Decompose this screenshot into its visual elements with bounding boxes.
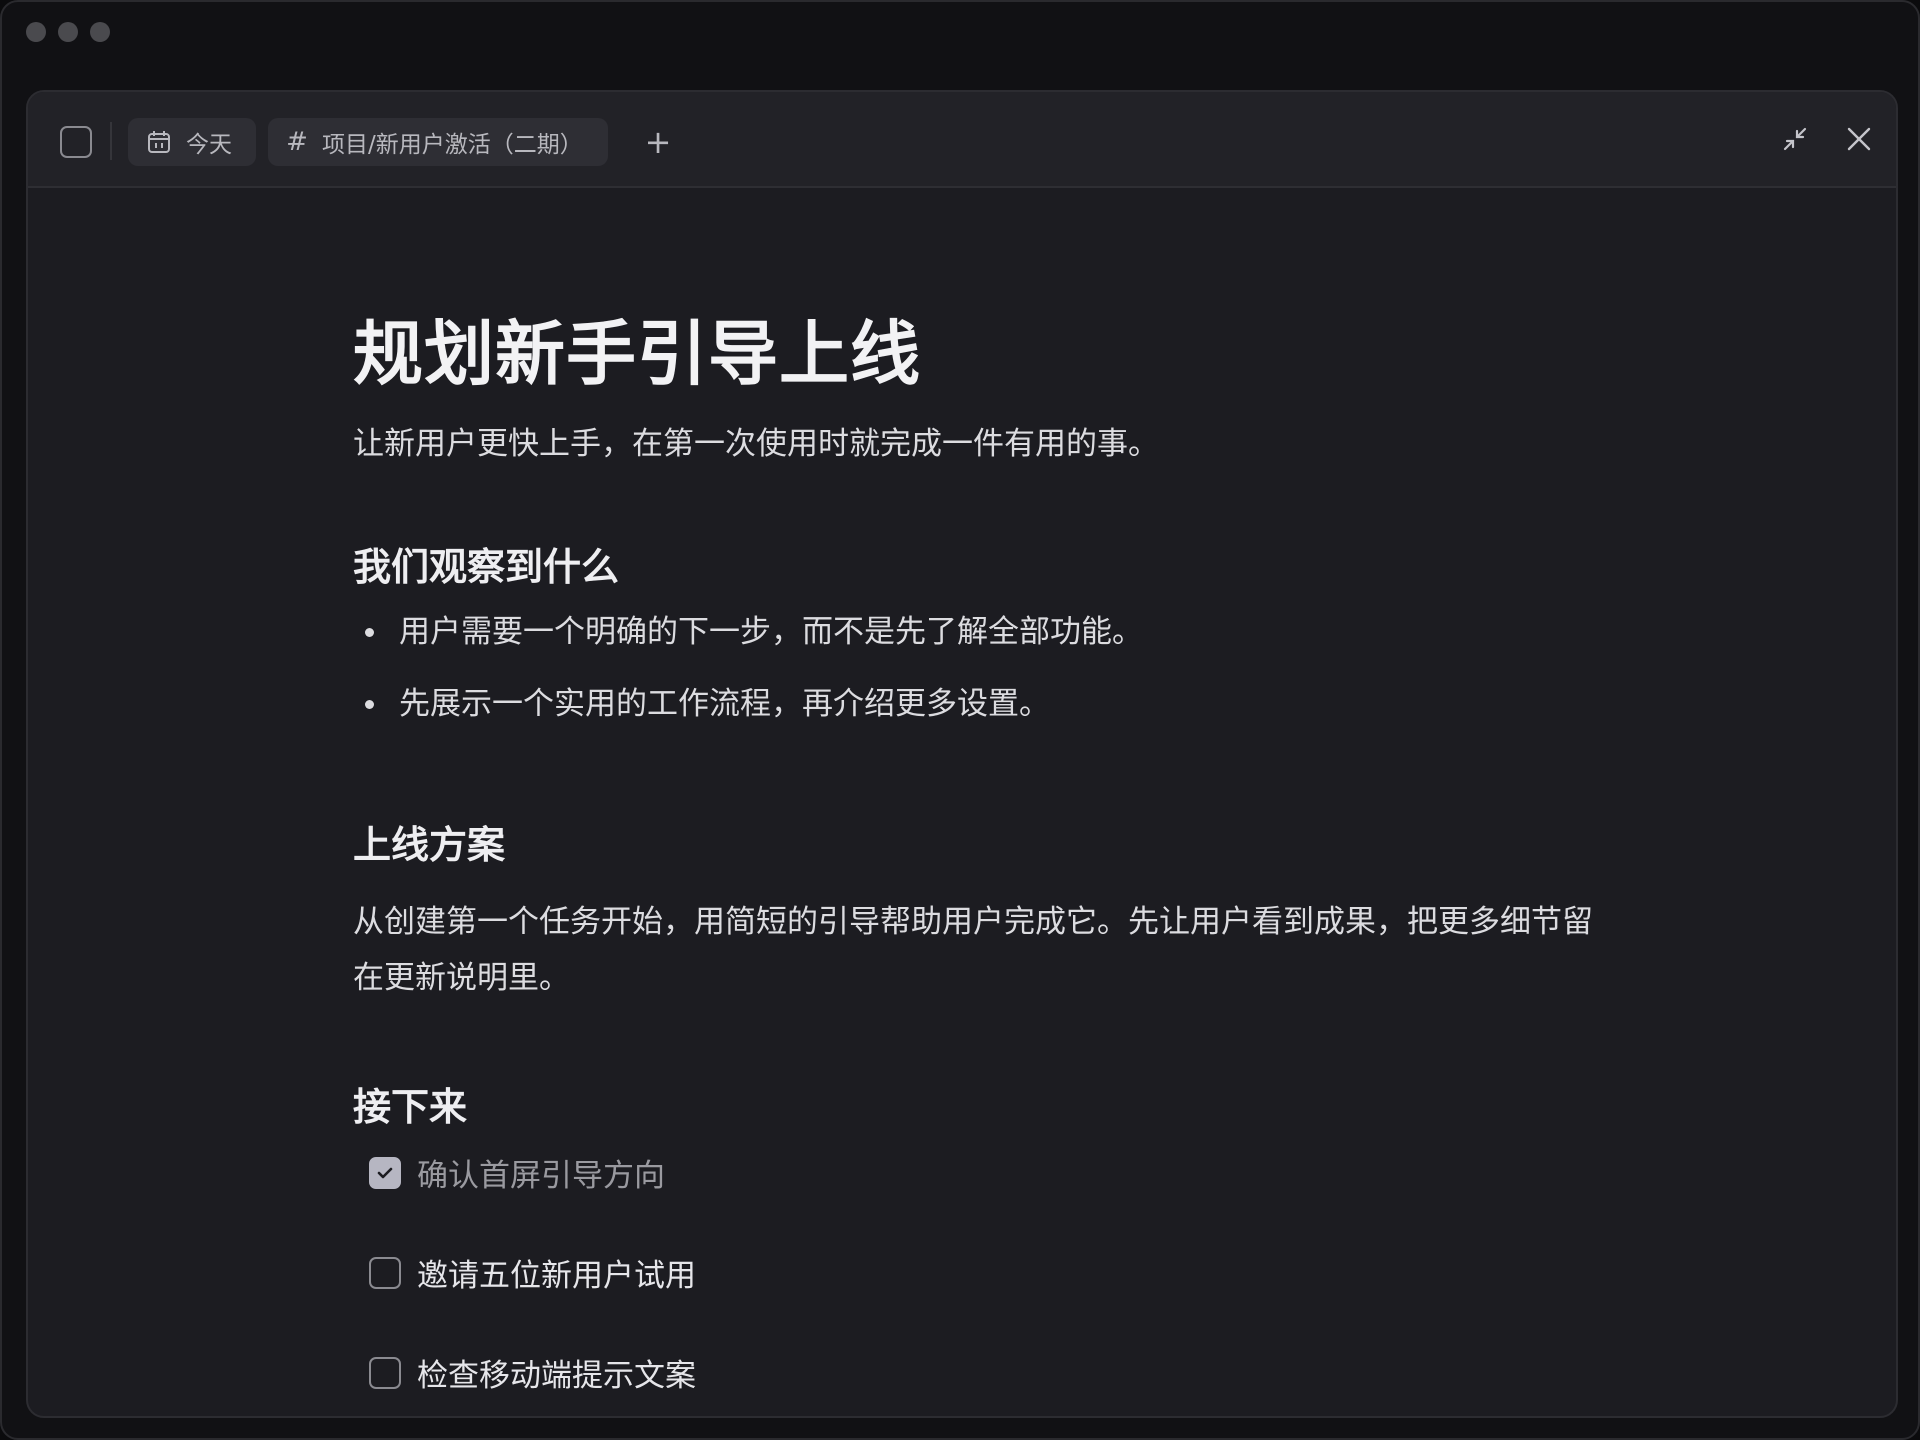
note-panel: 今天 # 项目/新用户激活（二期） + 规划新手引导上线 让新用户更快上手，在第… bbox=[26, 90, 1898, 1418]
close-button[interactable] bbox=[1834, 116, 1884, 166]
list-item-text: 用户需要一个明确的下一步，而不是先了解全部功能。 bbox=[399, 614, 1143, 650]
today-label: 今天 bbox=[186, 132, 232, 158]
task-item: 检查移动端提示文案 bbox=[353, 1350, 696, 1395]
task-checkbox[interactable] bbox=[369, 1256, 401, 1289]
task-item: 邀请五位新用户试用 bbox=[353, 1250, 696, 1295]
checkmark-icon bbox=[377, 1167, 393, 1178]
observation-list: 用户需要一个明确的下一步，而不是先了解全部功能。 先展示一个实用的工作流程，再介… bbox=[353, 612, 1143, 756]
task-item: 确认首屏引导方向 bbox=[353, 1150, 665, 1195]
close-icon bbox=[1845, 125, 1873, 157]
window-zoom-dot[interactable] bbox=[90, 22, 110, 42]
add-button[interactable]: + bbox=[634, 118, 682, 166]
window-controls bbox=[26, 22, 110, 42]
bullet-icon bbox=[365, 628, 374, 637]
calendar-icon bbox=[146, 129, 172, 155]
lead-paragraph: 让新用户更快上手，在第一次使用时就完成一件有用的事。 bbox=[353, 426, 1159, 462]
list-item-text: 先展示一个实用的工作流程，再介绍更多设置。 bbox=[399, 686, 1050, 722]
hash-icon: # bbox=[286, 127, 308, 157]
app-window: 今天 # 项目/新用户激活（二期） + 规划新手引导上线 让新用户更快上手，在第… bbox=[0, 0, 1920, 1440]
list-item: 用户需要一个明确的下一步，而不是先了解全部功能。 bbox=[353, 612, 1143, 684]
note-complete-checkbox[interactable] bbox=[60, 126, 92, 158]
window-minimize-dot[interactable] bbox=[58, 22, 78, 42]
page-title: 规划新手引导上线 bbox=[353, 313, 921, 395]
collapse-icon bbox=[1781, 125, 1809, 157]
window-close-dot[interactable] bbox=[26, 22, 46, 42]
task-label: 检查移动端提示文案 bbox=[417, 1358, 696, 1394]
note-toolbar: 今天 # 项目/新用户激活（二期） + bbox=[28, 92, 1896, 188]
toolbar-divider bbox=[110, 122, 112, 160]
task-checkbox[interactable] bbox=[369, 1356, 401, 1389]
today-chip[interactable]: 今天 bbox=[128, 118, 256, 166]
list-item: 先展示一个实用的工作流程，再介绍更多设置。 bbox=[353, 684, 1143, 756]
project-label: 项目/新用户激活（二期） bbox=[322, 132, 583, 158]
project-tag-chip[interactable]: # 项目/新用户激活（二期） bbox=[268, 118, 608, 166]
bullet-icon bbox=[365, 700, 374, 709]
plan-heading: 上线方案 bbox=[353, 823, 506, 867]
observe-heading: 我们观察到什么 bbox=[353, 545, 620, 589]
task-label: 邀请五位新用户试用 bbox=[417, 1258, 696, 1294]
next-heading: 接下来 bbox=[353, 1085, 468, 1129]
task-checkbox-checked[interactable] bbox=[369, 1156, 401, 1189]
collapse-button[interactable] bbox=[1770, 116, 1820, 166]
task-label: 确认首屏引导方向 bbox=[417, 1158, 665, 1194]
plan-paragraph: 从创建第一个任务开始，用简短的引导帮助用户完成它。先让用户看到成果，把更多细节留… bbox=[353, 904, 1593, 996]
